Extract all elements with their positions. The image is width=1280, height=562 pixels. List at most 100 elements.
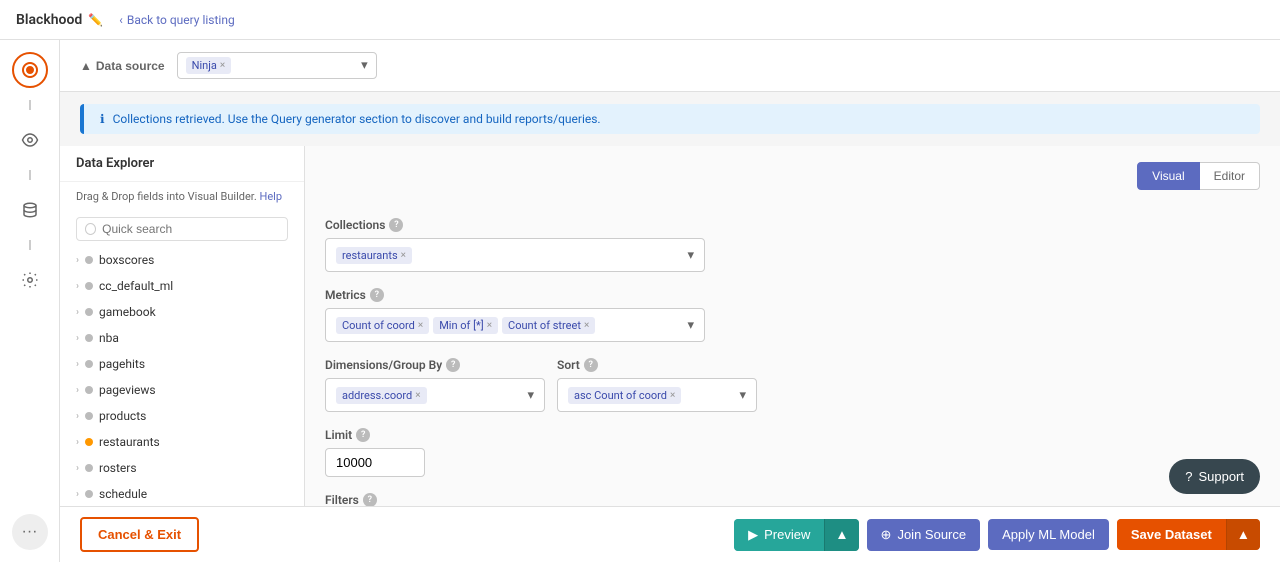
more-button[interactable]: ··· [12, 514, 48, 550]
dimensions-tag: address.coord × [336, 387, 427, 404]
save-expand-button[interactable]: ▲ [1226, 519, 1260, 550]
connector-3 [29, 240, 31, 250]
collapse-icon: ▲ [80, 59, 92, 73]
search-inner [76, 217, 288, 241]
collections-help-icon[interactable]: ? [389, 218, 403, 232]
collection-list: › boxscores › cc_default_ml › gamebook [60, 247, 304, 506]
metric-tag-1-remove[interactable]: × [418, 320, 423, 331]
play-icon: ▶ [748, 527, 758, 543]
data-source-bar: ▲ Data source Ninja × ▾ [60, 40, 1280, 92]
list-item[interactable]: › products [60, 403, 304, 429]
list-item[interactable]: › gamebook [60, 299, 304, 325]
view-toggle: Visual Editor [1137, 162, 1260, 190]
dimensions-chevron-icon: ▾ [527, 388, 534, 403]
top-bar: Blackhood ✏️ ‹ Back to query listing [0, 0, 1280, 40]
collections-label: Collections ? [325, 218, 1260, 232]
metric-tag-2-remove[interactable]: × [487, 320, 492, 331]
sidebar-btn-gear[interactable] [12, 262, 48, 298]
datasource-toggle[interactable]: ▲ Data source [80, 59, 165, 73]
datasource-select[interactable]: Ninja × ▾ [177, 52, 377, 79]
list-item[interactable]: › nba [60, 325, 304, 351]
filters-help-icon[interactable]: ? [363, 493, 377, 506]
eye-icon [21, 131, 39, 149]
data-explorer-title: Data Explorer [76, 156, 154, 171]
collections-tag: restaurants × [336, 247, 412, 264]
help-link[interactable]: Help [259, 190, 282, 203]
metrics-chevron-icon: ▾ [687, 318, 694, 333]
collection-dot [85, 412, 93, 420]
datasource-tag: Ninja × [186, 57, 232, 74]
list-item[interactable]: › boxscores [60, 247, 304, 273]
limit-label: Limit ? [325, 428, 1260, 442]
sidebar-btn-eye[interactable] [12, 122, 48, 158]
plus-icon: ⊕ [881, 527, 892, 543]
save-dataset-group: Save Dataset ▲ [1117, 519, 1260, 550]
limit-help-icon[interactable]: ? [356, 428, 370, 442]
dimensions-select[interactable]: address.coord × ▾ [325, 378, 545, 412]
collection-name: products [99, 409, 146, 423]
view-visual-btn[interactable]: Visual [1137, 162, 1199, 190]
back-chevron-icon: ‹ [119, 13, 123, 27]
preview-expand-button[interactable]: ▲ [824, 519, 858, 551]
collections-section: Collections ? restaurants × ▾ [325, 218, 1260, 272]
dimensions-help-icon[interactable]: ? [446, 358, 460, 372]
metric-tag-2: Min of [*] × [433, 317, 498, 334]
dimensions-section: Dimensions/Group By ? address.coord × ▾ [325, 358, 545, 412]
bottom-right-actions: ▶ Preview ▲ ⊕ Join Source Apply ML Model [734, 519, 1260, 551]
datasource-tag-remove[interactable]: × [220, 60, 225, 71]
bottom-bar: Cancel & Exit ▶ Preview ▲ ⊕ Join [60, 506, 1280, 562]
search-input[interactable] [102, 222, 279, 236]
save-chevron-icon: ▲ [1237, 527, 1250, 542]
list-item[interactable]: › pagehits [60, 351, 304, 377]
edit-icon[interactable]: ✏️ [88, 13, 103, 27]
chevron-icon: › [76, 385, 79, 396]
metric-tag-3-remove[interactable]: × [584, 320, 589, 331]
preview-chevron-icon: ▲ [835, 527, 848, 542]
info-icon: ℹ [100, 112, 105, 126]
list-item[interactable]: › rosters [60, 455, 304, 481]
sort-section: Sort ? asc Count of coord × ▾ [557, 358, 757, 412]
sort-tag-remove[interactable]: × [670, 390, 675, 401]
list-item[interactable]: › cc_default_ml [60, 273, 304, 299]
list-item[interactable]: › pageviews [60, 377, 304, 403]
back-link[interactable]: ‹ Back to query listing [119, 13, 234, 27]
limit-input[interactable] [325, 448, 425, 477]
collection-name: nba [99, 331, 119, 345]
metrics-section: Metrics ? Count of coord × Min of [*] × [325, 288, 1260, 342]
sidebar-btn-db[interactable] [12, 192, 48, 228]
sort-label: Sort ? [557, 358, 757, 372]
hint-text: Drag & Drop fields into Visual Builder. [76, 190, 257, 203]
collection-name: gamebook [99, 305, 156, 319]
collections-tag-remove[interactable]: × [401, 250, 406, 261]
metrics-help-icon[interactable]: ? [370, 288, 384, 302]
collection-dot [85, 282, 93, 290]
cancel-exit-button[interactable]: Cancel & Exit [80, 517, 199, 552]
metrics-select[interactable]: Count of coord × Min of [*] × Count of s… [325, 308, 705, 342]
collections-chevron-icon: ▾ [687, 248, 694, 263]
save-dataset-button[interactable]: Save Dataset [1117, 519, 1226, 550]
sort-select[interactable]: asc Count of coord × ▾ [557, 378, 757, 412]
sidebar-btn-leaf[interactable] [12, 52, 48, 88]
filters-label: Filters ? [325, 493, 1260, 506]
join-source-button[interactable]: ⊕ Join Source [867, 519, 981, 551]
datasource-label: Data source [96, 59, 165, 73]
view-editor-btn[interactable]: Editor [1200, 162, 1260, 190]
preview-button[interactable]: ▶ Preview [734, 519, 824, 551]
main-content: ▲ Data source Ninja × ▾ ℹ Collections re… [60, 40, 1280, 562]
list-item[interactable]: › restaurants [60, 429, 304, 455]
metrics-label: Metrics ? [325, 288, 1260, 302]
collection-name: restaurants [99, 435, 160, 449]
support-button[interactable]: ? Support [1169, 459, 1260, 494]
collection-name: schedule [99, 487, 147, 501]
info-banner-text: Collections retrieved. Use the Query gen… [113, 112, 601, 126]
search-radio[interactable] [85, 223, 96, 235]
icon-sidebar: ··· [0, 40, 60, 562]
more-icon: ··· [22, 523, 38, 541]
sort-help-icon[interactable]: ? [584, 358, 598, 372]
list-item[interactable]: › schedule [60, 481, 304, 506]
collections-select[interactable]: restaurants × ▾ [325, 238, 705, 272]
chevron-icon: › [76, 463, 79, 474]
dimensions-tag-remove[interactable]: × [415, 390, 420, 401]
apply-model-button[interactable]: Apply ML Model [988, 519, 1109, 550]
collection-dot [85, 464, 93, 472]
